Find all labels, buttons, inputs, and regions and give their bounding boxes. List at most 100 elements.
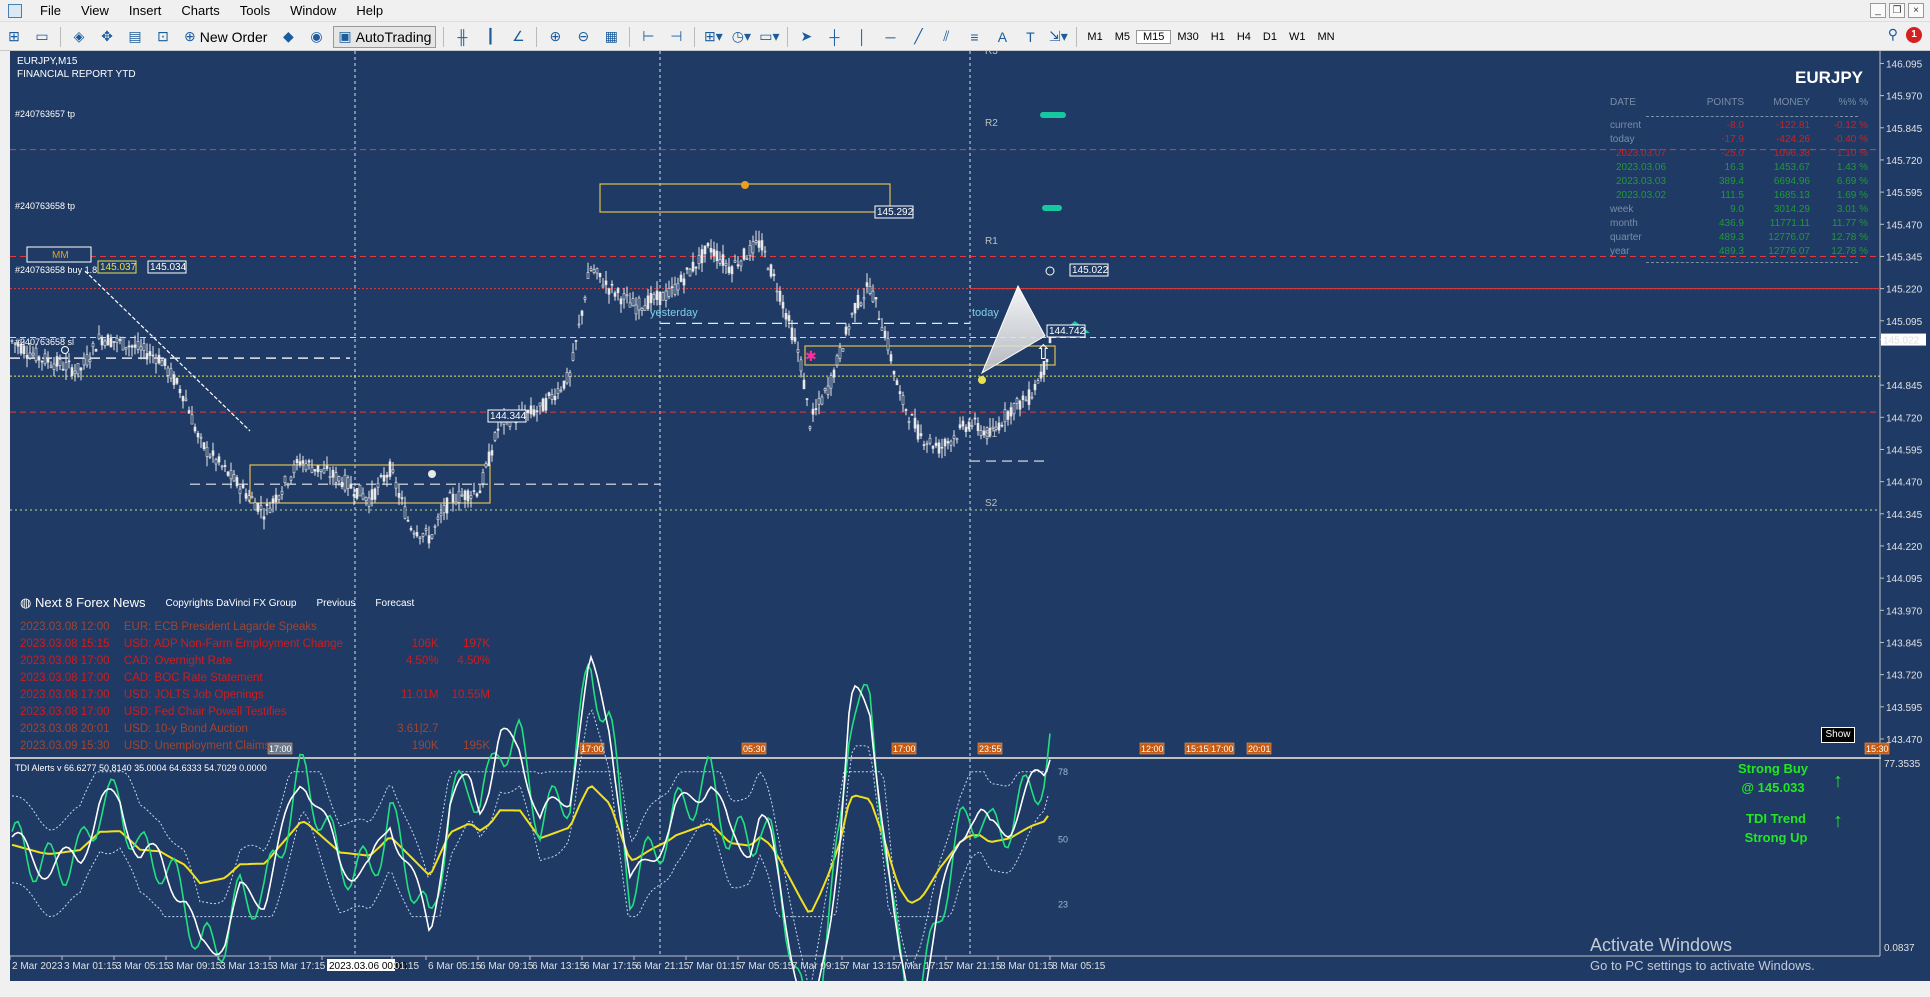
candle-body: [715, 250, 719, 261]
candle-body: [358, 484, 362, 497]
show-button[interactable]: Show: [1821, 727, 1855, 743]
trendline-icon[interactable]: ╱: [907, 26, 929, 48]
bar-chart-icon[interactable]: ╫: [451, 26, 473, 48]
candle-body: [139, 346, 143, 351]
candle-body: [802, 379, 806, 390]
profiles-icon[interactable]: ▭: [31, 26, 53, 48]
news-event: EUR: ECB President Lagarde Speaks: [123, 621, 317, 633]
strategy-tester-icon[interactable]: ⊡: [152, 26, 174, 48]
candle-body: [268, 507, 272, 513]
candle-body: [91, 343, 95, 348]
periods-icon[interactable]: ◷▾: [730, 26, 752, 48]
candle-body: [571, 352, 575, 361]
cursor-icon[interactable]: ➤: [795, 26, 817, 48]
candle-body: [451, 493, 455, 503]
navigator-icon[interactable]: ✥: [96, 26, 118, 48]
timeframe-mn[interactable]: MN: [1311, 31, 1340, 43]
fibonacci-icon[interactable]: ≡: [963, 26, 985, 48]
candlestick-icon[interactable]: ┃: [479, 26, 501, 48]
time-scale-label: 7 Mar 05:15: [740, 961, 794, 972]
templates-icon[interactable]: ▭▾: [758, 26, 780, 48]
tile-windows-icon[interactable]: ▦: [600, 26, 622, 48]
candle-body: [781, 301, 785, 309]
candle-body: [970, 425, 974, 427]
menu-tools[interactable]: Tools: [230, 3, 280, 18]
chart-shift-icon[interactable]: ⊣: [665, 26, 687, 48]
menu-insert[interactable]: Insert: [119, 3, 172, 18]
timeframe-m15[interactable]: M15: [1135, 29, 1172, 44]
candle-body: [457, 490, 461, 503]
signals-icon[interactable]: ◉: [305, 26, 327, 48]
text-label-icon[interactable]: T: [1019, 26, 1041, 48]
candle-body: [400, 497, 404, 500]
minimize-icon[interactable]: _: [1870, 3, 1886, 18]
sl-marker: [61, 346, 69, 354]
candle-body: [394, 482, 398, 489]
timeframe-h1[interactable]: H1: [1205, 31, 1231, 43]
candle-body: [613, 292, 617, 297]
indicators-icon[interactable]: ⊞▾: [702, 26, 724, 48]
candle-body: [253, 502, 257, 511]
report-percent: 12.78 %: [1831, 232, 1868, 243]
candle-body: [382, 475, 386, 482]
news-event: USD: ADP Non-Farm Employment Change: [123, 638, 343, 650]
crosshair-icon[interactable]: ┼: [823, 26, 845, 48]
menu-view[interactable]: View: [71, 3, 119, 18]
candle-body: [826, 385, 830, 395]
candle-body: [37, 356, 41, 361]
zoom-in-icon[interactable]: ⊕: [544, 26, 566, 48]
candle-body: [796, 349, 800, 353]
toolbar-right: ⚲ 1: [1888, 26, 1922, 43]
search-icon[interactable]: ⚲: [1888, 26, 1898, 43]
timeframe-w1[interactable]: W1: [1283, 31, 1312, 43]
timeframe-h4[interactable]: H4: [1231, 31, 1257, 43]
timeframe-d1[interactable]: D1: [1257, 31, 1283, 43]
arrows-icon[interactable]: ⇲▾: [1047, 26, 1069, 48]
timeframe-m1[interactable]: M1: [1081, 31, 1108, 43]
candle-body: [949, 440, 953, 446]
new-chart-icon[interactable]: ⊞: [3, 26, 25, 48]
zoom-out-icon[interactable]: ⊖: [572, 26, 594, 48]
price-scale-label: 143.470: [1886, 735, 1923, 746]
candle-body: [280, 490, 284, 495]
text-icon[interactable]: A: [991, 26, 1013, 48]
auto-scroll-icon[interactable]: ⊢: [637, 26, 659, 48]
menu-file[interactable]: File: [30, 3, 71, 18]
report-row: current -8.0 -122.81 -0.12 %: [1610, 119, 1870, 133]
terminal-icon[interactable]: ▤: [124, 26, 146, 48]
timeframe-m30[interactable]: M30: [1171, 31, 1204, 43]
news-previous: [379, 670, 438, 687]
autotrading-button[interactable]: ▣ AutoTrading: [333, 25, 437, 48]
equidistant-channel-icon[interactable]: ⫽: [935, 26, 957, 48]
price-scale-label: 145.970: [1886, 92, 1923, 103]
toolbar-separator: [629, 26, 631, 47]
candle-body: [205, 446, 209, 457]
restore-icon[interactable]: ❐: [1889, 3, 1905, 18]
candle-body: [691, 261, 695, 272]
line-chart-icon[interactable]: ∠: [507, 26, 529, 48]
new-order-button[interactable]: ⊕ New Order: [180, 26, 271, 48]
menu-help[interactable]: Help: [346, 3, 393, 18]
candle-body: [10, 340, 14, 342]
menu-charts[interactable]: Charts: [171, 3, 229, 18]
report-row: 2023.03.03 389.4 6694.96 6.69 %: [1610, 175, 1870, 189]
menu-window[interactable]: Window: [280, 3, 346, 18]
metaeditor-icon[interactable]: ◆: [277, 26, 299, 48]
candle-body: [1006, 411, 1010, 420]
vertical-line-icon[interactable]: │: [851, 26, 873, 48]
market-watch-icon[interactable]: ◈: [68, 26, 90, 48]
candle-body: [220, 465, 224, 468]
candle-body: [283, 475, 287, 483]
candle-body: [790, 327, 794, 341]
close-icon[interactable]: ×: [1908, 3, 1924, 18]
timeframe-m5[interactable]: M5: [1109, 31, 1136, 43]
report-money: 12776.07: [1768, 232, 1810, 243]
report-points: 111.5: [1720, 190, 1744, 201]
horizontal-line-icon[interactable]: ─: [879, 26, 901, 48]
supply-demand-zones: [249, 183, 1056, 504]
tdi-trend-signal: TDI Trend Strong Up: [1726, 811, 1826, 845]
notification-badge[interactable]: 1: [1906, 26, 1922, 43]
candle-body: [937, 442, 941, 454]
report-date: 2023.03.06: [1616, 162, 1667, 173]
candle-body: [925, 443, 929, 445]
